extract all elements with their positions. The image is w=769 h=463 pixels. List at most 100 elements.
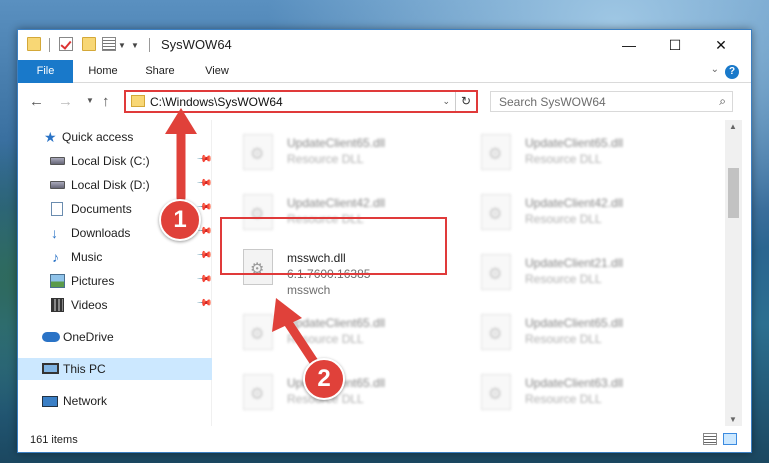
customize-toolbar-icon[interactable]: ▼: [131, 41, 139, 50]
file-type: Resource DLL: [525, 212, 602, 226]
sidebar-item-pictures[interactable]: Pictures 📌: [18, 270, 213, 292]
up-arrow-icon[interactable]: ↑: [102, 93, 110, 110]
refresh-button[interactable]: ↻: [455, 92, 476, 111]
minimize-button[interactable]: —: [606, 30, 652, 60]
file-name: UpdateClient63.dll: [525, 376, 624, 390]
dll-file-icon: [243, 374, 273, 410]
sidebar-item-videos[interactable]: Videos 📌: [18, 294, 213, 316]
file-item[interactable]: UpdateClient65.dll Resource DLL: [237, 130, 467, 174]
dll-file-icon: [243, 134, 273, 170]
close-button[interactable]: ✕: [698, 30, 744, 60]
sidebar-item-label: Local Disk (D:): [71, 178, 150, 192]
file-type: Resource DLL: [287, 212, 364, 226]
file-item[interactable]: UpdateClient65.dll Resource DLL: [237, 370, 467, 414]
file-item[interactable]: UpdateClient65.dll Resource DLL: [475, 310, 705, 354]
pictures-icon: [50, 274, 65, 288]
documents-icon: [51, 202, 63, 216]
sidebar-item-music[interactable]: ♪ Music 📌: [18, 246, 213, 268]
sidebar-item-label: Downloads: [71, 226, 131, 240]
pin-icon: 📌: [195, 223, 213, 240]
scroll-down-icon[interactable]: ▼: [729, 415, 737, 424]
large-icons-view-icon[interactable]: [723, 433, 737, 445]
address-path[interactable]: C:\Windows\SysWOW64: [150, 95, 283, 109]
details-view-icon[interactable]: [703, 433, 717, 445]
this-pc-icon: [42, 363, 59, 374]
file-item[interactable]: UpdateClient42.dll Resource DLL: [237, 190, 467, 234]
sidebar-item-label: Documents: [71, 202, 132, 216]
file-type: Resource DLL: [287, 332, 364, 346]
dll-file-icon: [243, 249, 273, 285]
tab-home[interactable]: Home: [80, 60, 126, 83]
search-input[interactable]: Search SysWOW64 ⌕: [490, 91, 733, 112]
sidebar-item-label: Pictures: [71, 274, 115, 288]
back-arrow-icon[interactable]: ←: [29, 93, 44, 110]
expand-ribbon-icon[interactable]: ⌄: [711, 64, 719, 75]
drive-icon: [50, 181, 65, 189]
file-description: msswch: [287, 283, 331, 297]
pin-icon: 📌: [195, 199, 213, 216]
sidebar-item-local-disk-d[interactable]: Local Disk (D:) 📌: [18, 174, 213, 196]
rename-icon[interactable]: [102, 37, 116, 51]
file-item[interactable]: UpdateClient21.dll Resource DLL: [475, 250, 705, 294]
recent-locations-icon[interactable]: ▼: [86, 96, 94, 105]
file-type: Resource DLL: [525, 332, 602, 346]
file-name: UpdateClient65.dll: [287, 136, 386, 150]
file-item[interactable]: UpdateClient65.dll Resource DLL: [475, 130, 705, 174]
folder-icon: [27, 37, 41, 51]
pin-icon: 📌: [195, 175, 213, 192]
file-name: UpdateClient65.dll: [525, 316, 624, 330]
chevron-down-icon[interactable]: ⌄: [442, 96, 450, 107]
file-item[interactable]: UpdateClient42.dll Resource DLL: [475, 190, 705, 234]
downloads-icon: ↓: [51, 225, 58, 241]
scroll-up-icon[interactable]: ▲: [729, 122, 737, 131]
file-version: 6.1.7600.16385: [287, 267, 371, 281]
sidebar-item-label: Quick access: [62, 130, 134, 144]
file-name: UpdateClient65.dll: [287, 316, 386, 330]
dll-file-icon: [481, 314, 511, 350]
dll-file-icon: [243, 314, 273, 350]
tab-view[interactable]: View: [196, 60, 238, 83]
tab-share[interactable]: Share: [136, 60, 184, 83]
star-icon: ★: [44, 129, 57, 145]
search-placeholder: Search SysWOW64: [499, 95, 606, 109]
file-list: UpdateClient65.dll Resource DLL UpdateCl…: [213, 120, 724, 426]
file-item[interactable]: UpdateClient65.dll Resource DLL: [237, 310, 467, 354]
sidebar-item-documents[interactable]: Documents 📌: [18, 198, 213, 220]
address-bar[interactable]: C:\Windows\SysWOW64 ⌄ ↻: [124, 90, 478, 113]
file-name: UpdateClient42.dll: [525, 196, 624, 210]
file-type: Resource DLL: [287, 392, 364, 406]
sidebar-item-local-disk-c[interactable]: Local Disk (C:) 📌: [18, 150, 213, 172]
search-icon[interactable]: ⌕: [719, 94, 726, 109]
help-icon[interactable]: ?: [725, 65, 739, 79]
file-item[interactable]: UpdateClient63.dll Resource DLL: [475, 370, 705, 414]
dll-file-icon: [481, 374, 511, 410]
sidebar-item-downloads[interactable]: ↓ Downloads 📌: [18, 222, 213, 244]
sidebar-item-network[interactable]: Network: [18, 390, 212, 412]
sidebar-item-label: OneDrive: [63, 330, 114, 344]
dll-file-icon: [481, 254, 511, 290]
dll-file-icon: [481, 134, 511, 170]
explorer-window: ▼ ▼ SysWOW64 — ☐ ✕ File Home Share View …: [17, 29, 752, 453]
scroll-thumb[interactable]: [728, 168, 739, 218]
sidebar-item-this-pc[interactable]: This PC: [18, 358, 212, 380]
chevron-down-icon[interactable]: ▼: [118, 41, 126, 50]
tab-file[interactable]: File: [18, 60, 73, 83]
folder-icon: [131, 95, 145, 107]
maximize-button[interactable]: ☐: [652, 30, 698, 60]
file-item-msswch[interactable]: msswch.dll 6.1.7600.16385 msswch: [237, 245, 467, 305]
properties-check-icon[interactable]: [59, 37, 73, 51]
file-name: UpdateClient65.dll: [287, 376, 386, 390]
file-name: UpdateClient21.dll: [525, 256, 624, 270]
sidebar-item-onedrive[interactable]: OneDrive: [18, 326, 212, 348]
navigation-bar: ← → ▼ ↑ C:\Windows\SysWOW64 ⌄ ↻ Search S…: [18, 84, 751, 120]
forward-arrow-icon[interactable]: →: [58, 93, 73, 110]
separator: [49, 38, 50, 52]
sidebar-item-quick-access[interactable]: ★ Quick access: [18, 126, 212, 148]
file-type: Resource DLL: [525, 152, 602, 166]
vertical-scrollbar[interactable]: ▲ ▼: [725, 120, 742, 426]
new-folder-icon[interactable]: [82, 37, 96, 51]
file-name: UpdateClient65.dll: [525, 136, 624, 150]
file-name: UpdateClient42.dll: [287, 196, 386, 210]
sidebar-item-label: Videos: [71, 298, 108, 312]
music-icon: ♪: [52, 249, 59, 265]
